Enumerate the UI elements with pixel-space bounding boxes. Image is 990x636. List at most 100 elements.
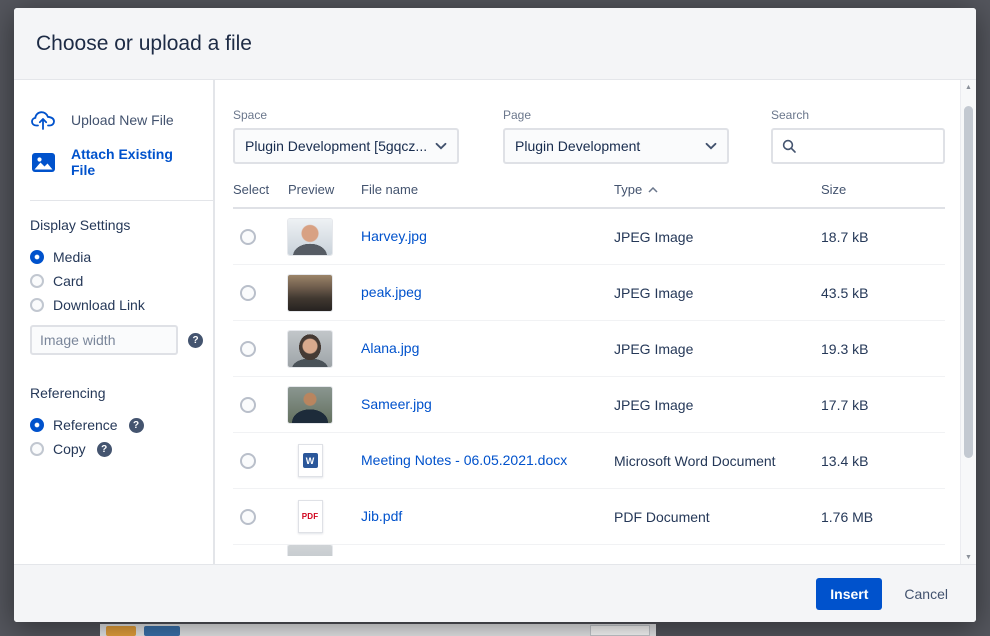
- dialog-body: Upload New File Attach Existing File Dis…: [14, 80, 976, 564]
- row-select-radio[interactable]: [240, 396, 256, 413]
- header-select: Select: [233, 182, 270, 197]
- pdf-document-icon[interactable]: PDF: [288, 498, 332, 535]
- header-file-name: File name: [361, 182, 419, 197]
- sidebar-item-upload-new-file[interactable]: Upload New File: [30, 106, 199, 134]
- header-type-sort[interactable]: Type: [614, 182, 821, 197]
- dialog-header: Choose or upload a file: [14, 8, 976, 80]
- image-icon: [30, 152, 56, 172]
- sort-ascending-icon: [648, 186, 658, 193]
- file-name-link[interactable]: peak.jpeg: [361, 284, 422, 300]
- search-icon: [781, 138, 797, 154]
- search-input[interactable]: [803, 138, 935, 154]
- referencing-option-copy[interactable]: Copy ?: [30, 437, 199, 461]
- pdf-glyph: PDF: [301, 512, 319, 521]
- row-select-radio[interactable]: [240, 340, 256, 357]
- photo-preview-thumbnail[interactable]: [288, 330, 332, 367]
- word-w-glyph: W: [302, 453, 318, 468]
- photo-preview-thumbnail[interactable]: [288, 218, 332, 255]
- page-select[interactable]: Plugin Development: [503, 128, 729, 164]
- reference-help-icon[interactable]: ?: [128, 417, 144, 433]
- background-page-sliver: [100, 624, 656, 636]
- display-option-media[interactable]: Media: [30, 245, 199, 269]
- space-filter: Space Plugin Development [5gqcz...: [233, 108, 459, 164]
- copy-help-icon[interactable]: ?: [96, 441, 112, 457]
- radio-media[interactable]: [30, 250, 44, 264]
- radio-card-label: Card: [53, 273, 84, 289]
- partial-preview-thumbnail: [288, 545, 332, 556]
- sidebar-item-attach-existing-file[interactable]: Attach Existing File: [30, 146, 199, 178]
- image-width-help-icon[interactable]: ?: [188, 332, 203, 348]
- image-width-row: ?: [30, 325, 203, 355]
- choose-upload-file-dialog: Choose or upload a file Upload New File: [14, 8, 976, 622]
- file-name-link[interactable]: Sameer.jpg: [361, 396, 432, 412]
- page-label: Page: [503, 108, 532, 122]
- partial-table-row: [233, 545, 945, 556]
- image-width-input[interactable]: [30, 325, 178, 355]
- file-size: 1.76 MB: [821, 508, 874, 525]
- vertical-scrollbar[interactable]: ▲ ▼: [960, 80, 976, 564]
- scrollbar-thumb[interactable]: [964, 106, 973, 458]
- space-select[interactable]: Plugin Development [5gqcz...: [233, 128, 459, 164]
- table-header-row: Select Preview File name Type Size: [233, 174, 945, 209]
- background-blue-block: [144, 626, 180, 636]
- radio-download-link-label: Download Link: [53, 297, 145, 313]
- file-name-link[interactable]: Jib.pdf: [361, 508, 402, 524]
- table-row: Harvey.jpg JPEG Image 18.7 kB: [233, 209, 945, 265]
- cancel-link[interactable]: Cancel: [904, 586, 948, 602]
- header-type-label: Type: [614, 182, 643, 197]
- display-option-download-link[interactable]: Download Link: [30, 293, 199, 317]
- file-type: JPEG Image: [614, 396, 694, 413]
- table-row: peak.jpeg JPEG Image 43.5 kB: [233, 265, 945, 321]
- sidebar: Upload New File Attach Existing File Dis…: [14, 80, 215, 564]
- file-type: JPEG Image: [614, 284, 694, 301]
- page-filter: Page Plugin Development: [503, 108, 729, 164]
- file-table: Select Preview File name Type Size Harve…: [233, 174, 945, 556]
- search-label: Search: [771, 108, 810, 122]
- file-type: Microsoft Word Document: [614, 452, 776, 469]
- sidebar-divider: [30, 200, 213, 201]
- table-row: Sameer.jpg JPEG Image 17.7 kB: [233, 377, 945, 433]
- file-name-link[interactable]: Meeting Notes - 06.05.2021.docx: [361, 452, 567, 468]
- file-name-link[interactable]: Alana.jpg: [361, 340, 419, 356]
- file-name-link[interactable]: Harvey.jpg: [361, 228, 427, 244]
- search-box: [771, 128, 945, 164]
- scroll-up-arrow-icon[interactable]: ▲: [961, 80, 976, 94]
- radio-download-link[interactable]: [30, 298, 44, 312]
- file-type: PDF Document: [614, 508, 710, 525]
- display-settings-heading: Display Settings: [30, 217, 131, 233]
- table-row: PDF Jib.pdf PDF Document 1.76 MB: [233, 489, 945, 545]
- file-size: 17.7 kB: [821, 396, 869, 413]
- row-select-radio[interactable]: [240, 452, 256, 469]
- file-size: 43.5 kB: [821, 284, 869, 301]
- chevron-down-icon: [435, 142, 447, 150]
- file-browser-panel: Space Plugin Development [5gqcz... Page …: [215, 80, 976, 564]
- header-size: Size: [821, 182, 847, 197]
- photo-preview-thumbnail[interactable]: [288, 386, 332, 423]
- referencing-option-reference[interactable]: Reference ?: [30, 413, 199, 437]
- scroll-down-arrow-icon[interactable]: ▼: [961, 550, 976, 564]
- row-select-radio[interactable]: [240, 284, 256, 301]
- search-filter: Search: [771, 108, 945, 164]
- referencing-heading: Referencing: [30, 385, 106, 401]
- radio-reference[interactable]: [30, 418, 44, 432]
- photo-preview-thumbnail[interactable]: [288, 274, 332, 311]
- file-type: JPEG Image: [614, 340, 694, 357]
- radio-card[interactable]: [30, 274, 44, 288]
- space-label: Space: [233, 108, 268, 122]
- sidebar-item-label: Attach Existing File: [71, 146, 173, 178]
- insert-button[interactable]: Insert: [816, 577, 883, 610]
- word-document-icon[interactable]: W: [288, 442, 332, 479]
- display-option-card[interactable]: Card: [30, 269, 199, 293]
- document-page-icon: PDF: [297, 500, 323, 533]
- upload-cloud-icon: [30, 109, 56, 131]
- row-select-radio[interactable]: [240, 508, 256, 525]
- table-row: W Meeting Notes - 06.05.2021.docx Micros…: [233, 433, 945, 489]
- background-box: [590, 625, 650, 636]
- dialog-title: Choose or upload a file: [36, 31, 252, 55]
- radio-copy-label: Copy: [53, 441, 86, 457]
- radio-copy[interactable]: [30, 442, 44, 456]
- row-select-radio[interactable]: [240, 228, 256, 245]
- radio-media-label: Media: [53, 249, 92, 265]
- document-page-icon: W: [297, 444, 323, 477]
- dialog-footer: Insert Cancel: [14, 564, 976, 622]
